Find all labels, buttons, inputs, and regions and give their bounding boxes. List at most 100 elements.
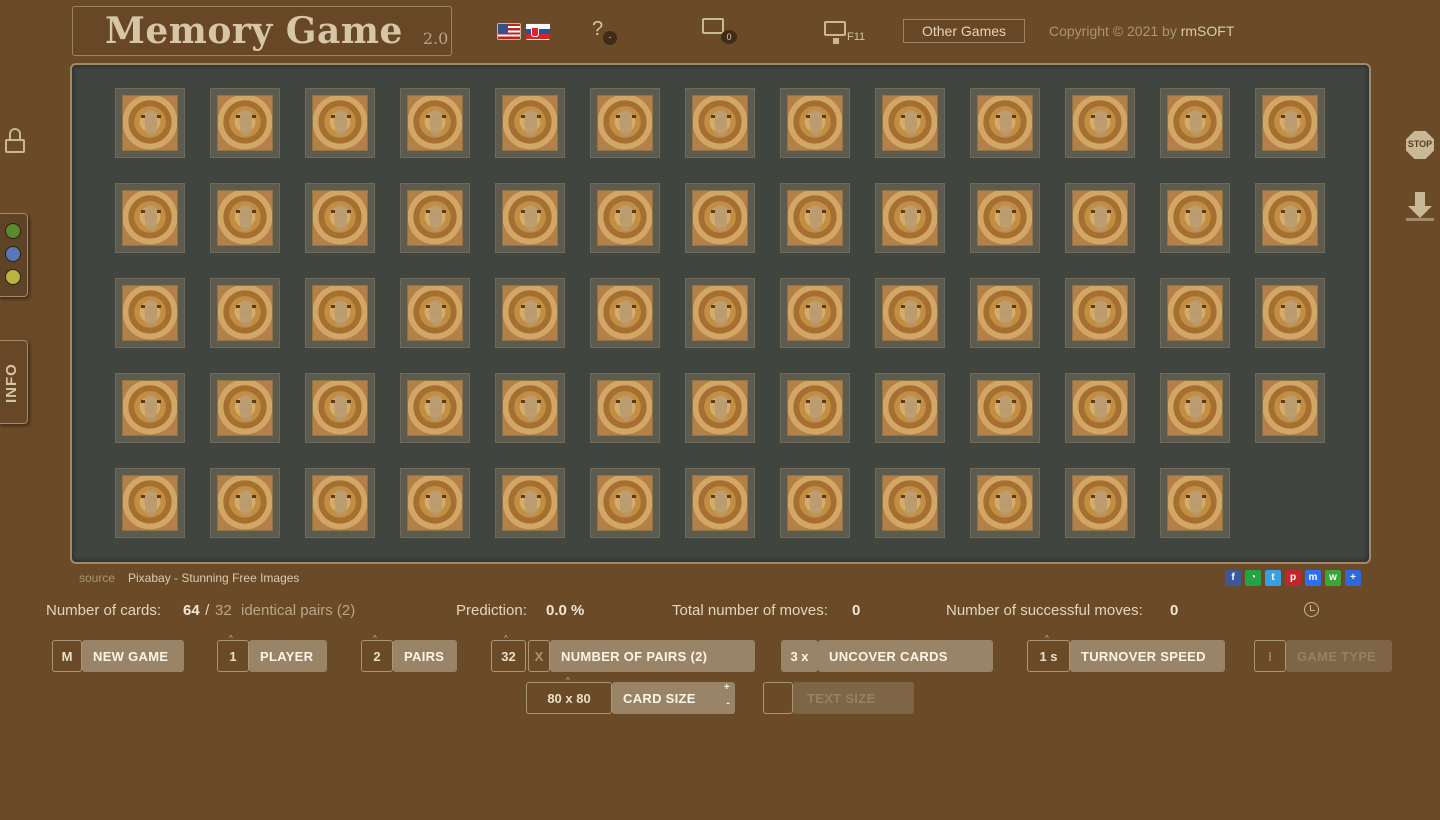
text-size-key[interactable] — [763, 682, 793, 714]
whatsapp-icon[interactable]: ◔ — [1245, 570, 1261, 586]
turnover-speed-control[interactable]: ^ 1 s TURNOVER SPEED — [1027, 634, 1225, 672]
messenger-icon[interactable]: m — [1305, 570, 1321, 586]
memory-card[interactable] — [780, 373, 850, 443]
pairs-up-caret[interactable]: ^ — [373, 634, 377, 643]
memory-card[interactable] — [400, 278, 470, 348]
uncover-cards-control[interactable]: 3 x UNCOVER CARDS — [781, 640, 993, 672]
card-size-minus[interactable]: - — [726, 698, 730, 709]
memory-card[interactable] — [970, 88, 1040, 158]
memory-card[interactable] — [400, 88, 470, 158]
uncover-cards-key[interactable]: 3 x — [781, 640, 818, 672]
player-key[interactable]: 1 — [217, 640, 249, 672]
memory-card[interactable] — [590, 88, 660, 158]
memory-card[interactable] — [1160, 183, 1230, 253]
game-type-key[interactable]: I — [1254, 640, 1286, 672]
memory-card[interactable] — [1065, 278, 1135, 348]
help-icon[interactable]: ? — [592, 18, 603, 41]
memory-card[interactable] — [1065, 183, 1135, 253]
memory-card[interactable] — [400, 183, 470, 253]
copyright-brand[interactable]: rmSOFT — [1181, 23, 1235, 39]
memory-card[interactable] — [970, 183, 1040, 253]
new-game-control[interactable]: M NEW GAME — [52, 640, 184, 672]
yellow-theme-dot[interactable] — [5, 269, 21, 285]
memory-card[interactable] — [780, 468, 850, 538]
memory-card[interactable] — [875, 373, 945, 443]
more-share-icon[interactable]: + — [1345, 570, 1361, 586]
number-of-pairs-control[interactable]: ^ 32 X NUMBER OF PAIRS (2) — [491, 634, 755, 672]
memory-card[interactable] — [495, 468, 565, 538]
memory-card[interactable] — [970, 278, 1040, 348]
memory-card[interactable] — [115, 183, 185, 253]
memory-card[interactable] — [1160, 468, 1230, 538]
memory-card[interactable] — [115, 468, 185, 538]
green-theme-dot[interactable] — [5, 223, 21, 239]
memory-card[interactable] — [210, 183, 280, 253]
memory-card[interactable] — [590, 468, 660, 538]
pinterest-icon[interactable]: p — [1285, 570, 1301, 586]
memory-card[interactable] — [305, 183, 375, 253]
text-size-control[interactable]: TEXT SIZE — [763, 682, 914, 714]
memory-card[interactable] — [1255, 88, 1325, 158]
sk-flag-icon[interactable] — [526, 23, 550, 40]
memory-card[interactable] — [1255, 278, 1325, 348]
download-arrow-icon[interactable] — [1404, 192, 1436, 222]
card-size-plus[interactable]: + — [724, 682, 730, 693]
lock-icon[interactable] — [5, 128, 25, 156]
memory-card[interactable] — [590, 373, 660, 443]
memory-card[interactable] — [495, 278, 565, 348]
card-size-button[interactable]: CARD SIZE + - — [612, 682, 735, 714]
game-type-control[interactable]: I GAME TYPE — [1254, 640, 1392, 672]
blue-theme-dot[interactable] — [5, 246, 21, 262]
source-link[interactable]: Pixabay - Stunning Free Images — [128, 571, 299, 585]
memory-card[interactable] — [685, 373, 755, 443]
memory-card[interactable] — [685, 183, 755, 253]
memory-card[interactable] — [1160, 88, 1230, 158]
memory-card[interactable] — [495, 373, 565, 443]
memory-card[interactable] — [685, 278, 755, 348]
memory-card[interactable] — [1065, 373, 1135, 443]
number-of-pairs-x-key[interactable]: X — [528, 640, 550, 672]
player-up-caret[interactable]: ^ — [229, 634, 233, 643]
fullscreen-monitor-icon[interactable] — [824, 21, 846, 44]
memory-card[interactable] — [875, 468, 945, 538]
player-button[interactable]: PLAYER — [249, 640, 327, 672]
turnover-speed-up-caret[interactable]: ^ — [1045, 634, 1049, 643]
clock-icon[interactable] — [1304, 602, 1319, 617]
keyboard-icon[interactable] — [702, 18, 724, 34]
memory-card[interactable] — [875, 278, 945, 348]
memory-card[interactable] — [875, 88, 945, 158]
card-size-control[interactable]: ^ 80 x 80 CARD SIZE + - — [526, 676, 735, 714]
memory-card[interactable] — [970, 468, 1040, 538]
pairs-button[interactable]: PAIRS — [393, 640, 457, 672]
info-tab[interactable]: INFO — [0, 340, 28, 424]
number-of-pairs-up-caret[interactable]: ^ — [504, 634, 508, 643]
number-of-pairs-key[interactable]: 32 — [491, 640, 526, 672]
memory-card[interactable] — [1160, 278, 1230, 348]
pairs-control[interactable]: ^ 2 PAIRS — [361, 634, 457, 672]
memory-card[interactable] — [495, 88, 565, 158]
memory-card[interactable] — [115, 278, 185, 348]
memory-card[interactable] — [305, 373, 375, 443]
new-game-key[interactable]: M — [52, 640, 82, 672]
card-size-up-caret[interactable]: ^ — [566, 676, 570, 685]
memory-card[interactable] — [685, 468, 755, 538]
stop-icon[interactable]: STOP — [1406, 131, 1434, 159]
memory-card[interactable] — [1255, 373, 1325, 443]
memory-card[interactable] — [210, 373, 280, 443]
memory-card[interactable] — [115, 88, 185, 158]
memory-card[interactable] — [780, 278, 850, 348]
memory-card[interactable] — [305, 468, 375, 538]
game-type-button[interactable]: GAME TYPE — [1286, 640, 1392, 672]
memory-card[interactable] — [210, 278, 280, 348]
memory-card[interactable] — [590, 183, 660, 253]
other-games-button[interactable]: Other Games — [903, 19, 1025, 43]
memory-card[interactable] — [970, 373, 1040, 443]
twitter-icon[interactable]: t — [1265, 570, 1281, 586]
memory-card[interactable] — [210, 468, 280, 538]
turnover-speed-button[interactable]: TURNOVER SPEED — [1070, 640, 1225, 672]
memory-card[interactable] — [115, 373, 185, 443]
en-flag-icon[interactable] — [497, 23, 521, 40]
turnover-speed-key[interactable]: 1 s — [1027, 640, 1070, 672]
memory-card[interactable] — [305, 278, 375, 348]
memory-card[interactable] — [1065, 468, 1135, 538]
